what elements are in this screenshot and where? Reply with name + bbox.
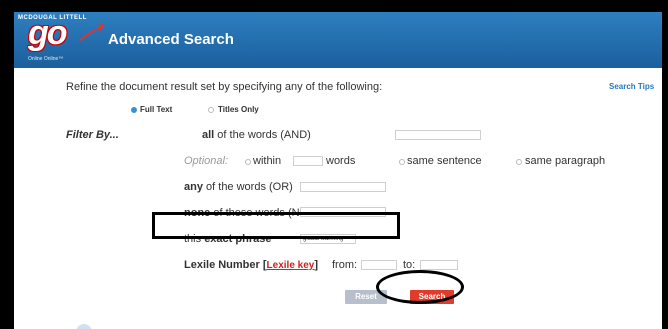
go-logo[interactable]: go <box>28 14 68 53</box>
full-text-radio[interactable] <box>131 107 137 113</box>
titles-only-label: Titles Only <box>218 105 259 114</box>
lexile-from-input[interactable] <box>361 260 397 270</box>
same-sentence-radio[interactable] <box>399 159 405 165</box>
within-label: within <box>253 155 282 167</box>
titles-only-radio[interactable] <box>208 107 214 113</box>
all-words-label: all of the words (AND) <box>202 129 311 141</box>
from-label: from: <box>332 259 358 271</box>
lexile-to-input[interactable] <box>420 260 458 270</box>
search-button-highlight-ellipse <box>376 270 464 304</box>
lexile-key-link[interactable]: Lexile key <box>267 260 315 271</box>
full-text-label: Full Text <box>140 105 173 114</box>
optional-label: Optional: <box>184 155 229 167</box>
screenshot-frame: MCDOUGAL LITTELL go Online Online™ Advan… <box>0 0 668 329</box>
any-words-label: any of the words (OR) <box>184 181 293 193</box>
header-bar: MCDOUGAL LITTELL go Online Online™ Advan… <box>14 12 662 68</box>
logo-subtext: Online Online™ <box>28 56 64 62</box>
within-radio[interactable] <box>245 159 251 165</box>
page-title: Advanced Search <box>108 31 234 48</box>
same-paragraph-label: same paragraph <box>525 155 606 167</box>
help-circle-icon <box>76 324 92 329</box>
lexile-number-label: Lexile Number [Lexile key] <box>184 259 319 271</box>
intro-text: Refine the document result set by specif… <box>66 81 383 93</box>
swoosh-arrow-icon <box>79 24 104 41</box>
within-words-input[interactable] <box>293 156 323 166</box>
exact-phrase-highlight-box <box>152 212 400 239</box>
advanced-search-page: MCDOUGAL LITTELL go Online Online™ Advan… <box>14 12 662 329</box>
same-paragraph-radio[interactable] <box>516 159 522 165</box>
any-words-input[interactable] <box>300 182 386 192</box>
same-sentence-label: same sentence <box>407 155 482 167</box>
all-words-input[interactable] <box>395 130 481 140</box>
search-tips-link[interactable]: Search Tips <box>609 82 654 91</box>
words-label: words <box>326 155 356 167</box>
filter-by-label: Filter By... <box>66 129 119 141</box>
